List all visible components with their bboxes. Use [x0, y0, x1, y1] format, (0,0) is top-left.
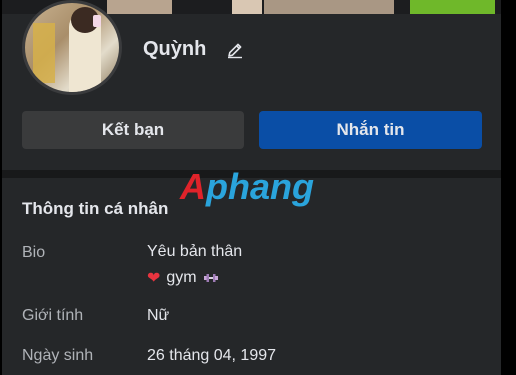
profile-name: Quỳnh: [143, 38, 207, 60]
gender-label: Giới tính: [22, 307, 84, 324]
bio-line-2: ❤ gym: [147, 268, 219, 288]
message-button[interactable]: Nhắn tin: [259, 111, 482, 149]
about-section-title: Thông tin cá nhân: [22, 199, 169, 218]
birthday-label: Ngày sinh: [22, 347, 94, 364]
avatar-detail: [33, 23, 55, 83]
cover-photo-part: [232, 0, 262, 14]
profile-screen: Quỳnh Kết bạn Nhắn tin Aphang Thông tin …: [0, 0, 516, 375]
avatar[interactable]: [22, 0, 122, 95]
watermark-letter: A: [180, 166, 206, 207]
bio-label: Bio: [22, 244, 46, 261]
cover-photo-part: [264, 0, 394, 14]
bio-line-1: Yêu bản thân: [147, 243, 243, 260]
gender-value: Nữ: [147, 307, 170, 324]
pencil-icon[interactable]: [225, 40, 245, 60]
cover-photo-part: [410, 0, 495, 14]
heart-icon: ❤: [147, 270, 161, 287]
dumbbell-icon: [203, 270, 219, 286]
watermark-logo: Aphang: [180, 166, 314, 208]
cover-photo-part: [107, 0, 172, 14]
watermark-text: phang: [206, 166, 314, 207]
bio-gym-text: gym: [166, 269, 197, 286]
birthday-value: 26 tháng 04, 1997: [147, 347, 277, 364]
avatar-detail: [93, 15, 101, 27]
add-friend-button[interactable]: Kết bạn: [22, 111, 244, 149]
